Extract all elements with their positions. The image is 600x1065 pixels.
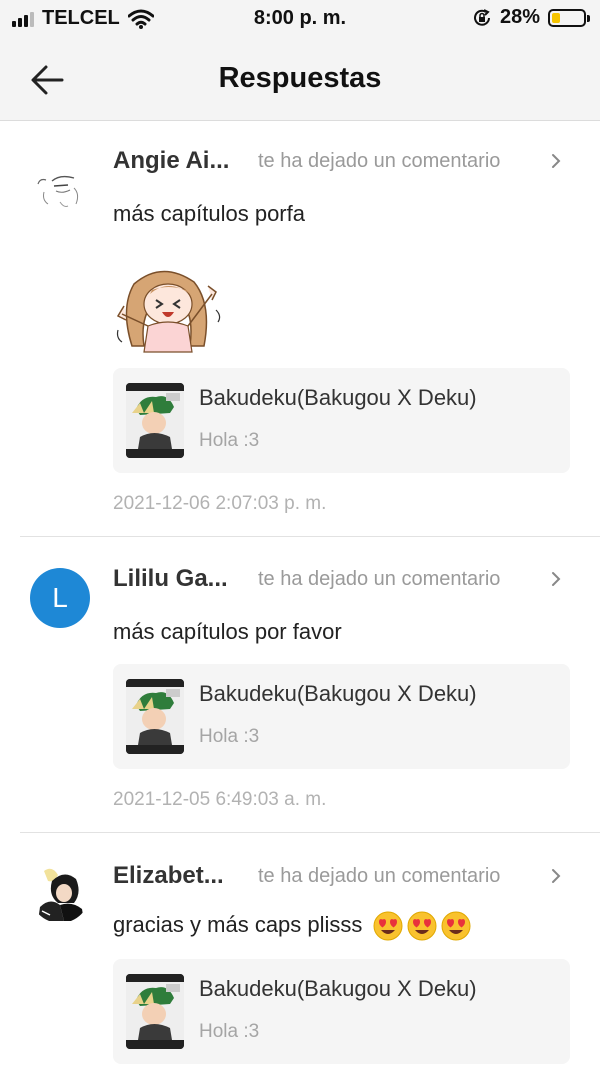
chevron-right-icon[interactable] (548, 864, 564, 888)
avatar[interactable] (30, 156, 90, 216)
comment-text: más capítulos por favor (113, 619, 342, 644)
story-title: Bakudeku(Bakugou X Deku) (199, 681, 477, 706)
story-card[interactable]: Bakudeku(Bakugou X Deku) Hola :3 (113, 959, 570, 1064)
story-cover-thumbnail (126, 383, 184, 458)
action-text: te ha dejado un comentario (258, 150, 501, 172)
comment-row: gracias y más caps plisss (113, 911, 471, 941)
action-text: te ha dejado un comentario (258, 568, 501, 590)
battery-icon (548, 8, 590, 27)
heart-eyes-emoji (407, 911, 437, 941)
story-excerpt: Hola :3 (199, 1021, 260, 1042)
story-cover-thumbnail (126, 974, 184, 1049)
sketch-face-icon (37, 175, 79, 207)
story-card[interactable]: Bakudeku(Bakugou X Deku) Hola :3 (113, 664, 570, 769)
username[interactable]: Angie Ai... (113, 147, 229, 175)
notification-item[interactable]: Angie Ai... te ha dejado un comentario m… (0, 121, 600, 536)
orientation-lock-icon (473, 8, 490, 26)
story-title: Bakudeku(Bakugou X Deku) (199, 385, 477, 410)
anime-character-avatar-icon (30, 863, 90, 923)
avatar[interactable]: L (30, 568, 90, 628)
chevron-right-icon[interactable] (548, 149, 564, 173)
nav-bar: Respuestas (0, 40, 600, 121)
battery-level (552, 12, 560, 23)
story-card[interactable]: Bakudeku(Bakugou X Deku) Hola :3 (113, 368, 570, 473)
notification-item[interactable]: L Lililu Ga... te ha dejado un comentari… (0, 537, 600, 832)
comment-text: gracias y más caps plisss (113, 911, 363, 937)
timestamp: 2021-12-05 6:49:03 a. m. (113, 789, 327, 810)
timestamp: 2021-12-06 2:07:03 p. m. (113, 493, 327, 514)
emoji-group (369, 911, 471, 941)
notification-item[interactable]: Elizabet... te ha dejado un comentario g… (0, 833, 600, 1065)
anime-girl-sticker (116, 270, 221, 353)
username[interactable]: Lililu Ga... (113, 565, 228, 593)
battery-percent: 28% (499, 6, 540, 28)
comment-text: más capítulos porfa (113, 201, 305, 226)
status-bar: TELCEL 8:00 p. m. 28% (0, 0, 600, 40)
heart-eyes-emoji (373, 911, 403, 941)
heart-eyes-emoji (441, 911, 471, 941)
story-title: Bakudeku(Bakugou X Deku) (199, 976, 477, 1001)
page-title: Respuestas (218, 62, 382, 94)
story-excerpt: Hola :3 (199, 430, 260, 451)
chevron-right-icon[interactable] (548, 567, 564, 591)
username[interactable]: Elizabet... (113, 862, 224, 890)
avatar[interactable] (30, 863, 90, 923)
action-text: te ha dejado un comentario (258, 865, 501, 887)
status-right: 28% (472, 6, 590, 29)
story-cover-thumbnail (126, 679, 184, 754)
story-excerpt: Hola :3 (199, 726, 260, 747)
